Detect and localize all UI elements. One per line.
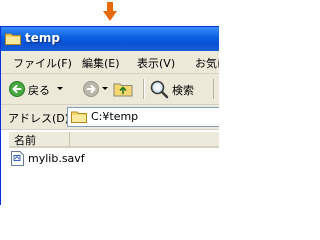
address-bar: アドレス(D) C:¥temp bbox=[1, 105, 219, 130]
back-dropdown-icon[interactable] bbox=[57, 87, 63, 90]
menu-favorites[interactable]: お気に bbox=[195, 55, 219, 71]
address-input[interactable]: C:¥temp bbox=[67, 107, 219, 127]
list-item[interactable]: mylib.savf bbox=[11, 151, 111, 167]
column-header-name[interactable]: 名前 bbox=[9, 132, 70, 148]
address-value[interactable]: C:¥temp bbox=[91, 110, 138, 123]
search-button-label[interactable]: 検索 bbox=[172, 82, 194, 98]
title-bar[interactable]: temp bbox=[1, 27, 219, 51]
column-header-label: 名前 bbox=[14, 134, 36, 147]
menu-edit[interactable]: 編集(E) bbox=[82, 55, 120, 71]
menu-view[interactable]: 表示(V) bbox=[137, 55, 175, 71]
toolbar: 戻る 検索 bbox=[1, 74, 219, 105]
back-arrow-icon[interactable] bbox=[9, 81, 25, 97]
down-arrow-icon bbox=[103, 2, 117, 21]
toolbar-separator bbox=[143, 79, 145, 99]
address-label: アドレス(D) bbox=[8, 112, 70, 125]
folder-icon bbox=[71, 111, 87, 123]
forward-dropdown-icon[interactable] bbox=[102, 87, 108, 90]
search-icon[interactable] bbox=[149, 79, 169, 99]
file-list: 名前 mylib.savf bbox=[1, 130, 219, 205]
column-header-filler bbox=[70, 132, 219, 148]
folder-icon bbox=[5, 33, 21, 45]
window-title: temp bbox=[25, 31, 60, 45]
file-name: mylib.savf bbox=[28, 152, 85, 165]
folder-up-icon[interactable] bbox=[113, 79, 133, 99]
explorer-window: temp ファイル(F) 編集(E) 表示(V) お気に 戻る 検索 bbox=[0, 26, 219, 205]
toolbar-separator bbox=[213, 79, 214, 99]
menu-file[interactable]: ファイル(F) bbox=[13, 55, 72, 71]
back-button-label[interactable]: 戻る bbox=[28, 82, 50, 98]
menu-bar: ファイル(F) 編集(E) 表示(V) お気に bbox=[1, 51, 219, 74]
document-icon bbox=[11, 151, 24, 166]
forward-arrow-icon[interactable] bbox=[83, 81, 99, 97]
